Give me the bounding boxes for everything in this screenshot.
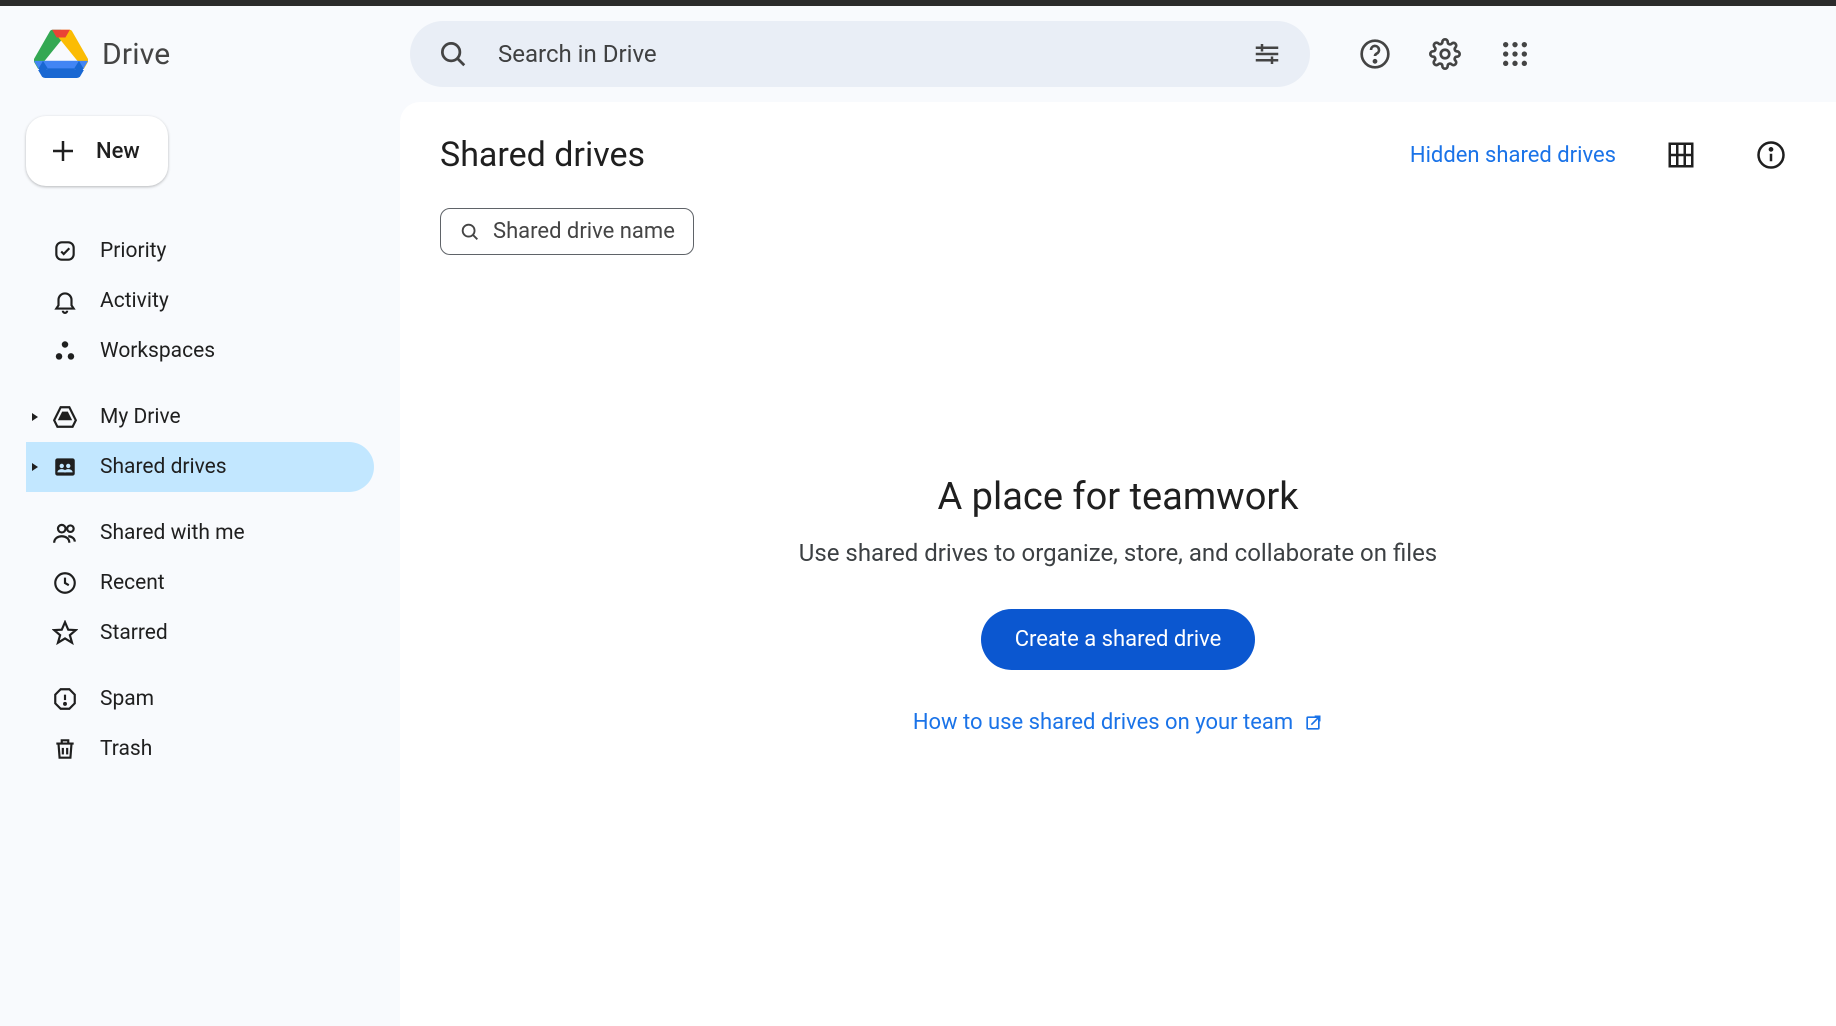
header-actions <box>1350 29 1580 79</box>
search-icon[interactable] <box>428 29 478 79</box>
grid-view-icon[interactable] <box>1656 130 1706 180</box>
star-icon <box>52 620 78 646</box>
chevron-right-icon[interactable] <box>28 462 42 472</box>
sidebar-item-recent[interactable]: Recent <box>26 558 374 608</box>
workspaces-icon <box>52 338 78 364</box>
learn-more-link[interactable]: How to use shared drives on your team <box>913 710 1323 735</box>
filter-label: Shared drive name <box>493 219 675 244</box>
search-icon <box>459 221 481 243</box>
shared-drive-name-filter[interactable]: Shared drive name <box>440 208 694 255</box>
app-name: Drive <box>102 37 170 72</box>
sidebar-item-label: Trash <box>100 737 152 761</box>
drive-logo-icon-overlay <box>34 27 88 81</box>
people-icon <box>52 520 78 546</box>
sidebar-item-spam[interactable]: Spam <box>26 674 374 724</box>
sidebar-item-label: Priority <box>100 239 166 263</box>
shared-drives-icon <box>52 454 78 480</box>
sidebar-item-my-drive[interactable]: My Drive <box>26 392 374 442</box>
sidebar-item-workspaces[interactable]: Workspaces <box>26 326 374 376</box>
sidebar-item-label: Starred <box>100 621 168 645</box>
sidebar-item-label: Activity <box>100 289 169 313</box>
app-header: Drive <box>0 6 1836 102</box>
sidebar-item-activity[interactable]: Activity <box>26 276 374 326</box>
sidebar-item-label: My Drive <box>100 405 181 429</box>
my-drive-icon <box>52 404 78 430</box>
settings-icon[interactable] <box>1420 29 1470 79</box>
clock-icon <box>52 570 78 596</box>
empty-subtitle: Use shared drives to organize, store, an… <box>799 539 1437 567</box>
sidebar-item-label: Workspaces <box>100 339 215 363</box>
filter-bar: Shared drive name <box>440 208 1796 255</box>
info-icon[interactable] <box>1746 130 1796 180</box>
sidebar-item-label: Spam <box>100 687 154 711</box>
page-header: Shared drives Hidden shared drives <box>440 130 1796 180</box>
search-options-icon[interactable] <box>1242 29 1292 79</box>
apps-grid-icon[interactable] <box>1490 29 1540 79</box>
new-button-label: New <box>96 139 140 164</box>
sidebar-item-label: Shared drives <box>100 455 227 479</box>
trash-icon <box>52 736 78 762</box>
hidden-shared-drives-link[interactable]: Hidden shared drives <box>1410 143 1616 168</box>
learn-more-label: How to use shared drives on your team <box>913 710 1293 735</box>
search-bar[interactable] <box>410 21 1310 87</box>
new-button[interactable]: New <box>26 116 168 186</box>
sidebar-item-label: Shared with me <box>100 521 245 545</box>
chevron-right-icon[interactable] <box>28 412 42 422</box>
page-title: Shared drives <box>440 135 1390 175</box>
priority-icon <box>52 238 78 264</box>
empty-title: A place for teamwork <box>937 475 1298 519</box>
bell-icon <box>52 288 78 314</box>
sidebar-item-priority[interactable]: Priority <box>26 226 374 276</box>
drive-logo[interactable]: Drive <box>20 27 390 81</box>
sidebar-item-shared-drives[interactable]: Shared drives <box>26 442 374 492</box>
help-icon[interactable] <box>1350 29 1400 79</box>
sidebar-item-trash[interactable]: Trash <box>26 724 374 774</box>
spam-icon <box>52 686 78 712</box>
sidebar-item-starred[interactable]: Starred <box>26 608 374 658</box>
create-shared-drive-button[interactable]: Create a shared drive <box>981 609 1256 670</box>
search-input[interactable] <box>478 40 1242 68</box>
sidebar-item-shared-with-me[interactable]: Shared with me <box>26 508 374 558</box>
main-content: Shared drives Hidden shared drives Share… <box>400 102 1836 1026</box>
external-link-icon <box>1303 713 1323 733</box>
sidebar-item-label: Recent <box>100 571 165 595</box>
sidebar: New Priority Activity Workspaces My Driv… <box>0 102 400 1026</box>
empty-state: A place for teamwork Use shared drives t… <box>440 255 1796 998</box>
